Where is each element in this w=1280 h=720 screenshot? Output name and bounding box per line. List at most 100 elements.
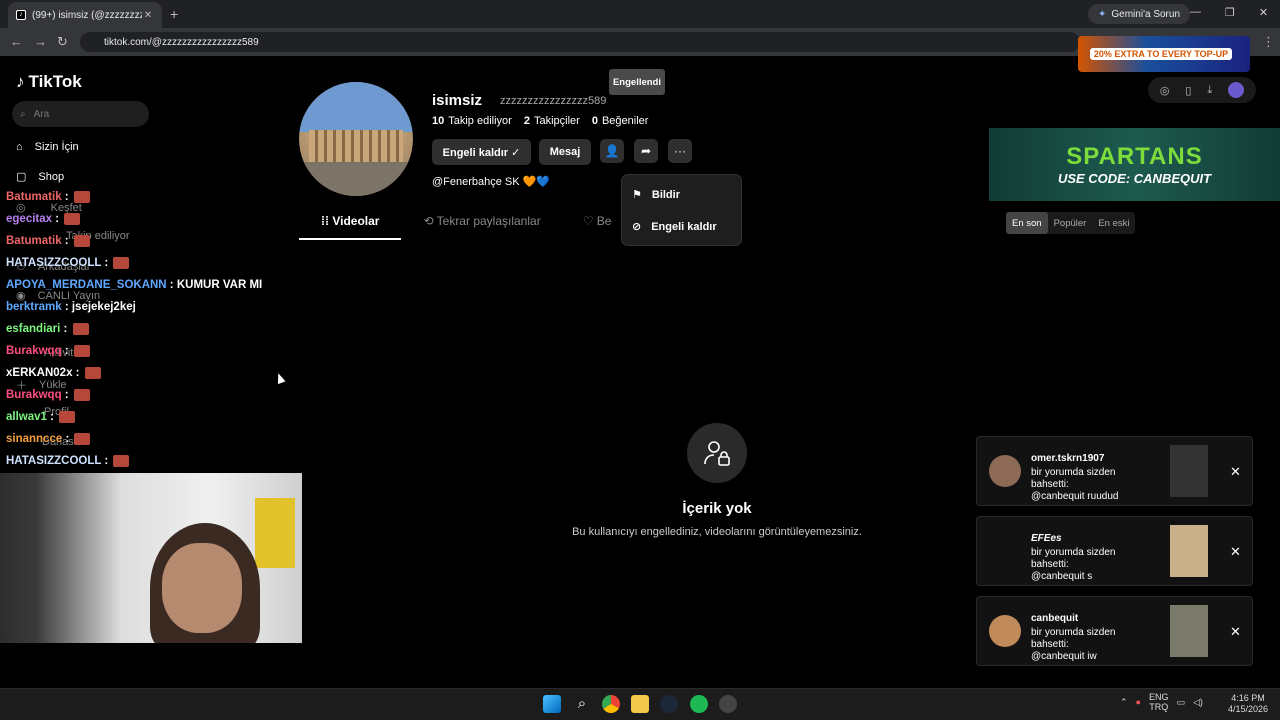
chat-emote-icon [113,256,130,269]
likes-count: 0 [591,115,598,127]
close-icon[interactable]: ✕ [1230,624,1241,640]
search-placeholder: Ara [33,108,50,120]
taskbar-clock[interactable]: 4:16 PM 4/15/2026 [1228,693,1268,715]
followers-stat[interactable]: 2 Takipçiler [524,115,580,127]
unblock-menu-item[interactable]: ⊘ Engeli kaldır [632,220,717,234]
clock-time: 4:16 PM [1231,693,1265,703]
share-icon[interactable]: ➦ [634,139,658,163]
profile-display-name: isimsiz [432,92,483,109]
close-icon[interactable]: ✕ [1230,464,1241,480]
file-explorer-icon[interactable] [631,695,649,713]
windows-start-icon[interactable] [543,695,561,713]
volume-icon[interactable]: ◁) [1193,697,1203,708]
chat-message: egecitax : [6,208,296,230]
sidebar-item-label: Shop [38,170,65,183]
profile-avatar[interactable] [299,82,413,196]
chat-username: Burakwqq [6,345,62,357]
chat-emote-icon [59,410,76,423]
unblock-button[interactable]: Engeli kaldır ✓ [432,139,531,165]
browser-tab[interactable]: ♪ (99+) isimsiz (@zzzzzzzzzzzzzzzzz ✕ [8,2,162,28]
new-tab-button[interactable]: + [170,6,178,22]
tab-liked[interactable]: ♡ Be [583,214,612,240]
chat-separator: : [101,257,112,269]
steam-icon[interactable] [660,695,678,713]
app-icon[interactable] [719,695,737,713]
close-window-icon[interactable]: ✕ [1259,6,1268,19]
following-label: Takip ediliyor [448,115,512,127]
shopping-bag-icon: ▢ [16,171,27,183]
stream-chat-overlay: Batumatik : egecitax : Batumatik : HATAS… [6,186,296,472]
tab-close-icon[interactable]: ✕ [142,10,154,21]
avatar-sky [299,82,413,132]
chat-separator: : [166,279,177,291]
chat-username: allwav1 [6,411,47,423]
compass-small-icon[interactable]: ◎ [1160,84,1170,97]
microphone-icon[interactable]: ● [1136,697,1141,707]
sort-popular-button[interactable]: Popüler [1048,212,1093,234]
tab-videos[interactable]: ⁞⁞ Videolar [299,214,402,240]
notification-card[interactable]: canbequit bir yorumda sizden bahsetti: @c… [976,596,1253,666]
chat-emote-icon [74,432,91,445]
tiktok-logo[interactable]: ♪ TikTok [16,72,82,92]
chat-text: jsejekej2kej [71,301,136,313]
more-options-icon[interactable]: ··· [668,139,692,163]
chat-username: egecitax [6,213,53,225]
chrome-icon[interactable] [602,695,620,713]
add-friend-icon[interactable]: 👤 [600,139,624,163]
notification-card[interactable]: EFEes bir yorumda sizden bahsetti: @canbe… [976,516,1253,586]
chat-message: HATASIZZCOOLL : [6,450,296,472]
search-taskbar-icon[interactable]: ⌕ [573,695,591,713]
sidebar-item-for-you[interactable]: ⌂ Sizin İçin [16,141,79,153]
back-icon[interactable]: ← [10,34,23,49]
notification-card[interactable]: omer.tskrn1907 bir yorumda sizden bahset… [976,436,1253,506]
report-menu-item[interactable]: ⚑ Bildir [632,188,680,202]
chat-username: Burakwqq [6,389,62,401]
browser-menu-icon[interactable]: ⋮ [1262,34,1275,50]
message-button[interactable]: Mesaj [539,139,591,165]
user-lock-icon [687,423,747,483]
chat-message: sinanncce : [6,428,296,450]
profile-bio: @Fenerbahçe SK 🧡💙 [432,176,551,188]
chat-username: xERKAN02x [6,367,73,379]
chat-separator: : [101,455,112,467]
close-icon[interactable]: ✕ [1230,544,1241,560]
streamer-webcam [0,473,302,643]
report-label: Bildir [651,188,680,201]
tab-title: (99+) isimsiz (@zzzzzzzzzzzzzzzzz [32,9,142,21]
notification-line1: bir yorumda sizden bahsetti: [1031,627,1116,650]
spotify-icon[interactable] [690,695,708,713]
language-indicator[interactable]: ENG TRQ [1149,692,1169,712]
phone-icon[interactable]: ▯ [1185,84,1191,97]
user-avatar-icon[interactable] [1228,82,1245,98]
forward-icon[interactable]: → [34,34,47,49]
promo-banner[interactable]: 20% EXTRA TO EVERY TOP-UP [1078,36,1250,72]
tiktok-note-icon: ♪ [16,72,25,91]
tab-reposts[interactable]: ⟲ Tekrar paylaşılanlar [423,214,540,240]
notification-thumbnail [1170,605,1208,657]
promo-text: 20% EXTRA TO EVERY TOP-UP [1089,48,1233,60]
notification-name: canbequit [1031,613,1079,624]
chat-username: HATASIZZCOOLL [6,455,102,467]
reload-icon[interactable]: ↻ [57,34,68,50]
minimize-icon[interactable]: — [1190,6,1201,19]
maximize-icon[interactable]: ❐ [1225,6,1235,19]
download-icon[interactable]: ⤓ [1207,84,1212,97]
extension-toolbar: ◎ ▯ ⤓ [1148,77,1256,103]
block-icon: ⊘ [632,221,642,233]
chevron-up-icon[interactable]: ⌃ [1120,697,1128,708]
search-input[interactable]: ⌕ Ara [12,101,149,127]
notification-name: omer.tskrn1907 [1031,453,1105,464]
network-icon[interactable]: ▭ [1177,697,1186,708]
chat-emote-icon [73,388,90,401]
home-icon: ⌂ [16,141,23,153]
sort-oldest-button[interactable]: En eski [1092,212,1135,234]
sort-latest-button[interactable]: En son [1006,212,1048,234]
gemini-button[interactable]: ✦ Gemini'a Sorun [1088,4,1190,24]
notification-text: bir yorumda sizden bahsetti: @canbequit s [1031,547,1156,583]
notification-line1: bir yorumda sizden bahsetti: [1031,467,1116,490]
following-stat[interactable]: 10 Takip ediliyor [432,115,512,127]
chat-message: xERKAN02x : [6,362,296,384]
sidebar-item-shop[interactable]: ▢ Shop [16,170,65,184]
url-field[interactable]: tiktok.com/@zzzzzzzzzzzzzzzz589 [80,32,1080,52]
notification-line1: bir yorumda sizden bahsetti: [1031,547,1116,570]
